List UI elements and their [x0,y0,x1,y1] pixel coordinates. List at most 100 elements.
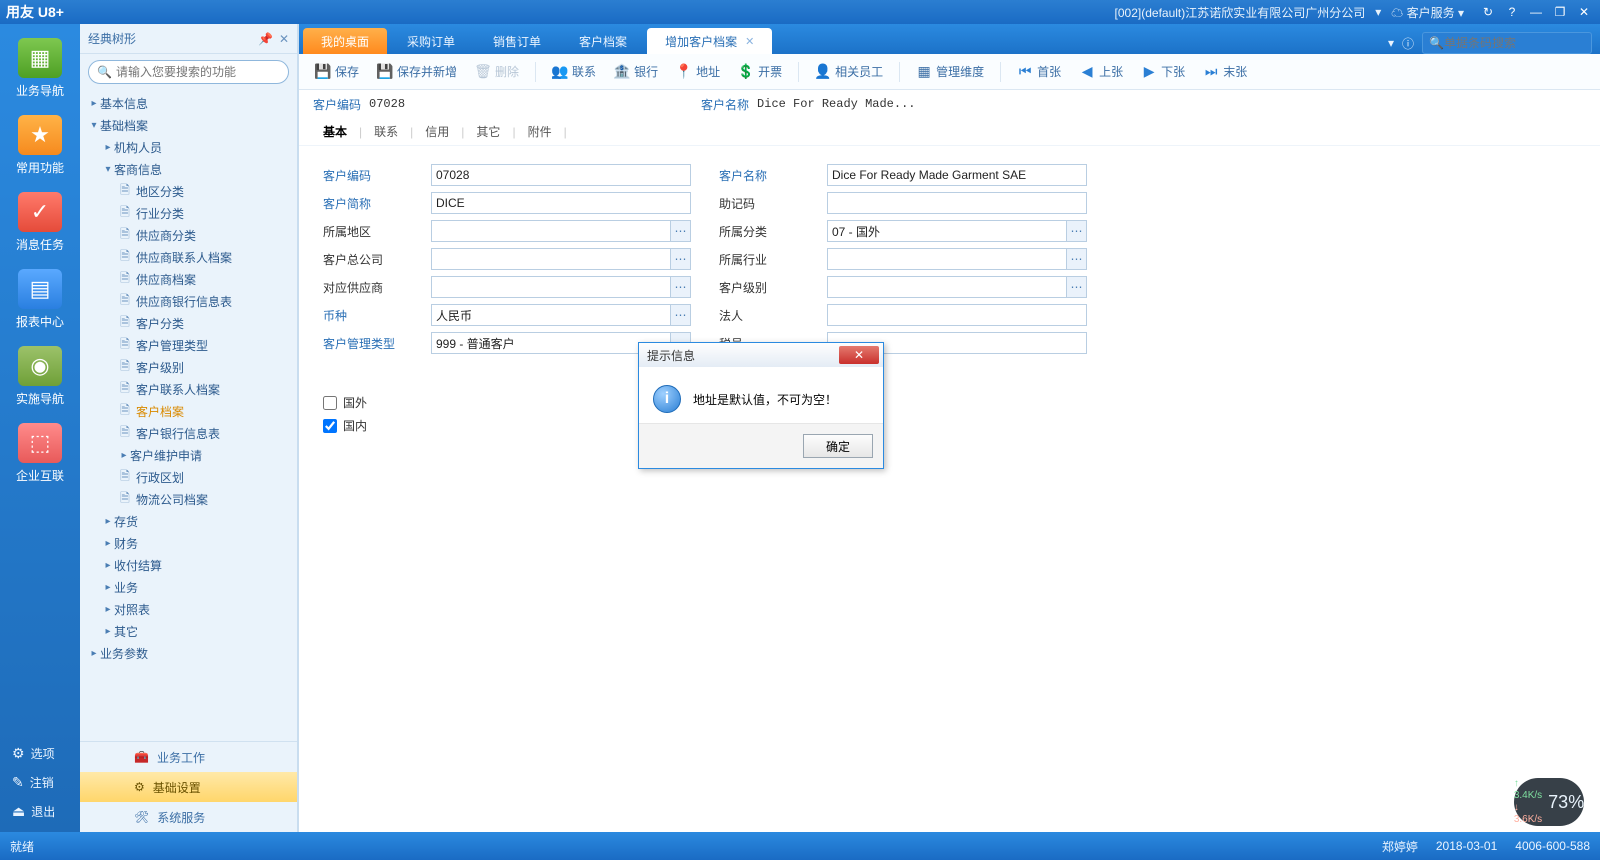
node-org[interactable]: ▸机构人员 [80,136,297,158]
nav-implement[interactable]: ◉实施导航 [5,340,75,417]
subtab-basic[interactable]: 基本 [313,119,357,144]
leaf-admin-div[interactable]: 🗎行政区划 [80,466,297,488]
node-partner[interactable]: ▾客商信息 [80,158,297,180]
leaf-area[interactable]: 🗎地区分类 [80,180,297,202]
mgmtdim-button[interactable]: ▦管理维度 [908,59,992,84]
picker-icon[interactable]: ⋯ [670,305,690,325]
node-biz[interactable]: ▸业务 [80,576,297,598]
input-region[interactable] [431,220,691,242]
staff-button[interactable]: 👤相关员工 [807,59,891,84]
node-basic-info[interactable]: ▸基本信息 [80,92,297,114]
leaf-customer-contact[interactable]: 🗎客户联系人档案 [80,378,297,400]
check-domestic[interactable]: 国内 [323,417,1576,434]
input-currency[interactable] [431,304,691,326]
footer-tab-base[interactable]: ⚙基础设置 [80,772,297,802]
leaf-customer-maint[interactable]: ▸客户维护申请 [80,444,297,466]
node-other[interactable]: ▸其它 [80,620,297,642]
tree-body[interactable]: ▸基本信息 ▾基础档案 ▸机构人员 ▾客商信息 🗎地区分类 🗎行业分类 🗎供应商… [80,90,297,741]
close-icon[interactable]: ✕ [1574,3,1594,21]
pin-icon[interactable]: 📌 [258,32,273,46]
refresh-icon[interactable]: ↻ [1478,3,1498,21]
picker-icon[interactable]: ⋯ [1066,277,1086,297]
dialog-close-icon[interactable]: ✕ [839,346,879,364]
network-widget[interactable]: ↑ 3.4K/s ↓ 3.6K/s 73% [1514,778,1584,826]
tab-overflow-icon[interactable]: ▾ [1388,36,1394,50]
tab-customer-archive[interactable]: 客户档案 [561,28,645,54]
barcode-search-input[interactable] [1444,36,1585,50]
leaf-logistics[interactable]: 🗎物流公司档案 [80,488,297,510]
input-category[interactable] [827,220,1087,242]
last-button[interactable]: ⏭末张 [1195,59,1255,84]
leaf-industry[interactable]: 🗎行业分类 [80,202,297,224]
checkbox-domestic[interactable] [323,419,337,433]
picker-icon[interactable]: ⋯ [1066,249,1086,269]
tab-desktop[interactable]: 我的桌面 [303,28,387,54]
tree-search-input[interactable] [116,65,280,79]
input-short[interactable] [431,192,691,214]
leaf-supplier-cat[interactable]: 🗎供应商分类 [80,224,297,246]
leaf-supplier-archive[interactable]: 🗎供应商档案 [80,268,297,290]
node-base-archive[interactable]: ▾基础档案 [80,114,297,136]
node-biz-param[interactable]: ▸业务参数 [80,642,297,664]
footer-tab-work[interactable]: 🧰业务工作 [80,742,297,772]
bank-button[interactable]: 🏦银行 [606,59,666,84]
input-trade[interactable] [827,248,1087,270]
nav-reports[interactable]: ▤报表中心 [5,263,75,340]
dialog-ok-button[interactable]: 确定 [803,434,873,458]
node-finance[interactable]: ▸财务 [80,532,297,554]
help-icon[interactable]: ? [1502,3,1522,21]
help-circle-icon[interactable]: ⓘ [1402,35,1414,52]
picker-icon[interactable]: ⋯ [670,277,690,297]
subtab-other[interactable]: 其它 [466,119,510,144]
minimize-icon[interactable]: — [1526,3,1546,21]
dialog-titlebar[interactable]: 提示信息 ✕ [639,343,883,367]
nav-common[interactable]: ★常用功能 [5,109,75,186]
picker-icon[interactable]: ⋯ [1066,221,1086,241]
tab-sales-order[interactable]: 销售订单 [475,28,559,54]
nav-messages[interactable]: ✓消息任务 [5,186,75,263]
nav-enterprise[interactable]: ⬚企业互联 [5,417,75,494]
tab-close-icon[interactable]: ✕ [745,35,754,48]
leaf-customer-cat[interactable]: 🗎客户分类 [80,312,297,334]
options-button[interactable]: ⚙选项 [0,739,80,768]
node-stock[interactable]: ▸存货 [80,510,297,532]
tab-purchase-order[interactable]: 采购订单 [389,28,473,54]
subtab-attach[interactable]: 附件 [518,119,562,144]
first-button[interactable]: ⏮首张 [1009,59,1069,84]
invoice-button[interactable]: 💲开票 [730,59,790,84]
input-hq[interactable] [431,248,691,270]
save-add-button[interactable]: 💾保存并新增 [369,59,465,84]
node-receipt[interactable]: ▸收付结算 [80,554,297,576]
exit-button[interactable]: ⏏退出 [0,797,80,826]
save-button[interactable]: 💾保存 [307,59,367,84]
maximize-icon[interactable]: ❐ [1550,3,1570,21]
subtab-credit[interactable]: 信用 [415,119,459,144]
address-button[interactable]: 📍地址 [668,59,728,84]
picker-icon[interactable]: ⋯ [670,221,690,241]
service-link[interactable]: ☁ 客户服务 ▾ [1391,4,1464,21]
subtab-contact[interactable]: 联系 [364,119,408,144]
panel-close-icon[interactable]: ✕ [279,32,289,46]
next-button[interactable]: ▶下张 [1133,59,1193,84]
leaf-supplier-contact[interactable]: 🗎供应商联系人档案 [80,246,297,268]
picker-icon[interactable]: ⋯ [670,249,690,269]
input-level[interactable] [827,276,1087,298]
logout-button[interactable]: ✎注销 [0,768,80,797]
checkbox-foreign[interactable] [323,396,337,410]
input-legal[interactable] [827,304,1087,326]
tab-add-customer[interactable]: 增加客户档案✕ [647,28,772,54]
leaf-customer-bank[interactable]: 🗎客户银行信息表 [80,422,297,444]
input-code[interactable] [431,164,691,186]
leaf-customer-archive[interactable]: 🗎客户档案 [80,400,297,422]
node-compare[interactable]: ▸对照表 [80,598,297,620]
footer-tab-sys[interactable]: 🛠系统服务 [80,802,297,832]
contact-button[interactable]: 👥联系 [544,59,604,84]
check-foreign[interactable]: 国外 [323,394,1576,411]
input-name[interactable] [827,164,1087,186]
leaf-supplier-bank[interactable]: 🗎供应商银行信息表 [80,290,297,312]
barcode-search[interactable]: 🔍 [1422,32,1592,54]
tree-search-box[interactable]: 🔍 [88,60,289,84]
nav-business[interactable]: ▦业务导航 [5,32,75,109]
leaf-customer-mgmt[interactable]: 🗎客户管理类型 [80,334,297,356]
prev-button[interactable]: ◀上张 [1071,59,1131,84]
